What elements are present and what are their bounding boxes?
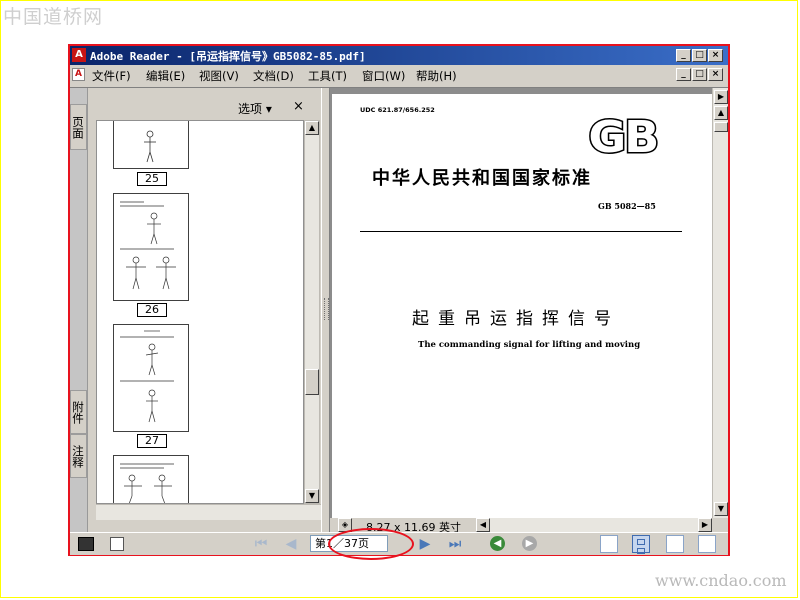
window-title: Adobe Reader - [吊运指挥信号》GB5082-85.pdf]	[90, 50, 366, 63]
split-arrow-icon[interactable]: ▶	[714, 90, 728, 104]
thumbnail-horizontal-scrollbar[interactable]	[96, 504, 321, 520]
page-thumbnail[interactable]	[113, 455, 189, 503]
close-button[interactable]: ×	[708, 49, 723, 62]
last-page-button[interactable]: ⏭	[446, 536, 464, 552]
tab-pages[interactable]: 页面	[70, 104, 87, 150]
splitter-grip[interactable]	[324, 298, 329, 320]
facing-view-button[interactable]	[666, 535, 684, 553]
minimize-button[interactable]: _	[676, 49, 691, 62]
figure-illustration	[120, 330, 174, 423]
doc-close-button[interactable]: ×	[708, 68, 723, 81]
next-page-button[interactable]: ▶	[416, 536, 434, 552]
standard-title: 中华人民共和国国家标准	[372, 168, 592, 189]
options-menu-button[interactable]: 选项 ▾	[238, 100, 272, 117]
page-thumbnail[interactable]	[113, 121, 189, 169]
scroll-down-button[interactable]: ▼	[714, 502, 728, 516]
thumbnail-list[interactable]: 25 26 27	[96, 120, 304, 504]
figure-illustration	[120, 201, 176, 290]
scroll-down-button[interactable]: ▼	[305, 489, 319, 503]
menu-edit[interactable]: 编辑(E)	[146, 68, 185, 84]
document-scrollbar[interactable]: ▶ ▲ ▼	[712, 88, 728, 518]
watermark-top: 中国道桥网	[3, 6, 104, 28]
first-page-button[interactable]: ⏮	[252, 536, 270, 552]
page-thumbnail[interactable]	[113, 193, 189, 301]
scroll-up-button[interactable]: ▲	[305, 121, 319, 135]
figure-illustration	[144, 130, 156, 163]
go-forward-button[interactable]: ▶	[522, 536, 537, 551]
watermark-bottom: www.cndao.com	[655, 571, 787, 590]
tab-attachments[interactable]: 附件	[70, 390, 87, 434]
pages-panel: 选项 ▾ × 25 26 27 ▲ ▼	[88, 88, 321, 532]
tab-comments[interactable]: 注释	[70, 434, 87, 478]
page-thumbnail[interactable]	[113, 324, 189, 432]
gb-logo: GB	[587, 111, 661, 165]
single-page-view-button[interactable]	[600, 535, 618, 553]
panel-splitter[interactable]	[321, 88, 330, 532]
figure-illustration	[120, 463, 174, 503]
page-number-label: 25	[137, 172, 167, 186]
standard-number: GB 5082—85	[598, 201, 656, 211]
udc-code: UDC 621.87/656.252	[360, 106, 435, 114]
close-panel-button[interactable]: ×	[293, 99, 304, 114]
menu-tools[interactable]: 工具(T)	[308, 68, 347, 84]
doc-minimize-button[interactable]: _	[676, 68, 691, 81]
continuous-view-button[interactable]	[632, 535, 650, 554]
reader-window: A Adobe Reader - [吊运指挥信号》GB5082-85.pdf] …	[68, 44, 730, 556]
thumbnail-scrollbar[interactable]: ▲ ▼	[304, 120, 320, 504]
scroll-left-button[interactable]: ◀	[476, 518, 490, 532]
menu-help[interactable]: 帮助(H)	[416, 68, 457, 84]
horizontal-rule	[360, 231, 682, 232]
side-tab-strip: 页面 附件 注释	[70, 88, 88, 532]
previous-page-button[interactable]: ◀	[282, 536, 300, 552]
title-bar: A Adobe Reader - [吊运指挥信号》GB5082-85.pdf] …	[70, 46, 728, 65]
scrollbar-thumb[interactable]	[305, 369, 319, 395]
menu-view[interactable]: 视图(V)	[199, 68, 239, 84]
menu-document[interactable]: 文档(D)	[253, 68, 294, 84]
doc-restore-button[interactable]: □	[692, 68, 707, 81]
maximize-button[interactable]: □	[692, 49, 707, 62]
menu-bar: A 文件(F) 编辑(E) 视图(V) 文档(D) 工具(T) 窗口(W) 帮助…	[70, 65, 728, 84]
document-page[interactable]: UDC 621.87/656.252 GB 中华人民共和国国家标准 GB 508…	[332, 94, 712, 518]
scroll-right-button[interactable]: ▶	[698, 518, 712, 532]
fit-page-icon[interactable]	[110, 537, 124, 551]
page-number-label: 26	[137, 303, 167, 317]
scroll-up-button[interactable]: ▲	[714, 106, 728, 120]
chinese-title: 起重吊运指挥信号	[412, 309, 620, 329]
continuous-facing-view-button[interactable]	[698, 535, 716, 553]
horizontal-scrollbar[interactable]	[490, 518, 712, 532]
go-back-button[interactable]: ◀	[490, 536, 505, 551]
annotation-ellipse	[328, 528, 414, 560]
scrollbar-thumb[interactable]	[714, 122, 728, 132]
document-area: UDC 621.87/656.252 GB 中华人民共和国国家标准 GB 508…	[330, 88, 712, 518]
english-title: The commanding signal for lifting and mo…	[418, 340, 641, 350]
pdf-document-icon[interactable]: A	[72, 68, 85, 81]
page-number-label: 27	[137, 434, 167, 448]
menu-window[interactable]: 窗口(W)	[362, 68, 405, 84]
adobe-reader-icon: A	[72, 48, 86, 62]
panel-toggle-icon[interactable]	[78, 537, 94, 551]
menu-file[interactable]: 文件(F)	[92, 68, 131, 84]
